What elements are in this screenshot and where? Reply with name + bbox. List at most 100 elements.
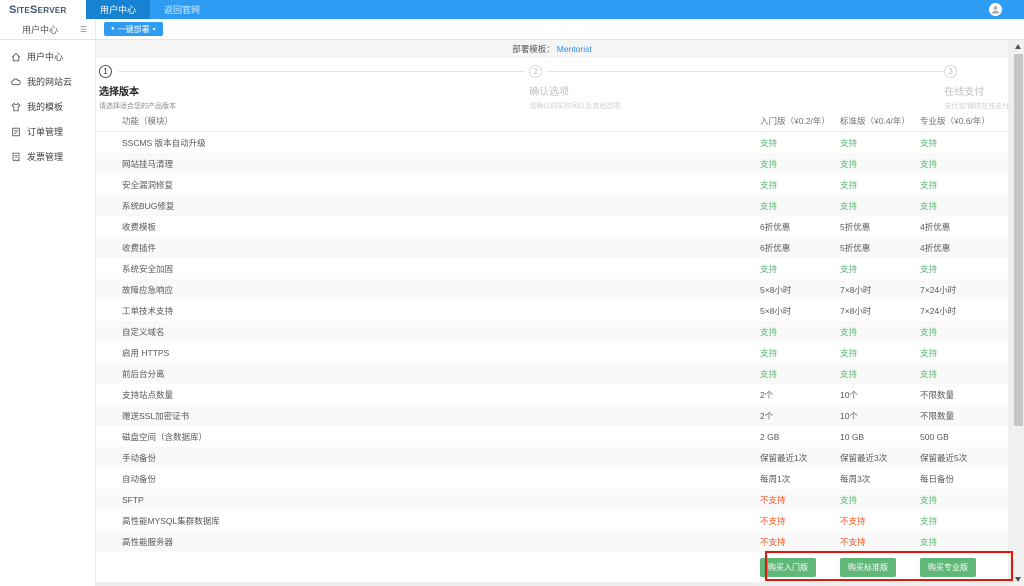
step-title: 选择版本 <box>99 83 176 98</box>
feature-value: 10 GB <box>834 432 914 442</box>
step-number: 3 <box>944 65 957 78</box>
menu-icon[interactable]: ☰ <box>80 25 87 34</box>
feature-name: 工单技术支持 <box>96 305 754 317</box>
sidebar-title: 用户中心 <box>22 23 58 36</box>
sidebar-item-label: 我的网站云 <box>27 75 72 88</box>
feature-value: 支持 <box>754 179 834 191</box>
sidebar-item-label: 订单管理 <box>27 125 63 138</box>
feature-name: 收费模板 <box>96 221 754 233</box>
scroll-up-icon[interactable] <box>1015 44 1021 49</box>
feature-value: 2个 <box>754 389 834 401</box>
table-row: 自定义域名支持支持支持 <box>96 321 1008 342</box>
feature-value: 6折优惠 <box>754 221 834 233</box>
feature-value: 支持 <box>834 494 914 506</box>
sidebar-item-订单管理[interactable]: 订单管理 <box>0 119 95 144</box>
feature-name: 手动备份 <box>96 452 754 464</box>
feature-value: 支持 <box>834 368 914 380</box>
feature-column-header: 功能（模块） <box>96 115 754 127</box>
feature-value: 支持 <box>914 179 994 191</box>
template-link[interactable]: Mentorist <box>557 44 592 54</box>
sidebar-item-我的网站云[interactable]: 我的网站云 <box>0 69 95 94</box>
one-click-deploy-button[interactable]: ● 一键部署 ▾ <box>104 22 163 36</box>
buy-button-cell: 购买专业版 <box>914 558 994 577</box>
purchase-card: 部署模板： Mentorist 1选择版本请选择适合您的产品版本2确认选项请确认… <box>96 40 1008 582</box>
feature-name: 网站挂马清理 <box>96 158 754 170</box>
step-3: 3 在线支付支付宝/微信在线支付 <box>944 65 1009 111</box>
stepper: 1选择版本请选择适合您的产品版本2确认选项请确认购买时间以及其他选项3在线支付支… <box>96 58 1008 110</box>
feature-name: 前后台分离 <box>96 368 754 380</box>
buy-button[interactable]: 购买入门版 <box>760 558 816 577</box>
invoice-icon <box>11 152 21 162</box>
feature-value: 不限数量 <box>914 389 994 401</box>
user-avatar[interactable] <box>989 3 1002 16</box>
header-tab[interactable]: 用户中心 <box>86 0 150 19</box>
feature-value: 6折优惠 <box>754 242 834 254</box>
sidebar-item-label: 发票管理 <box>27 150 63 163</box>
feature-value: 每周1次 <box>754 473 834 485</box>
feature-name: 磁盘空间（含数据库） <box>96 431 754 443</box>
home-icon <box>11 52 21 62</box>
scroll-down-icon[interactable] <box>1015 577 1021 582</box>
sidebar-item-发票管理[interactable]: 发票管理 <box>0 144 95 169</box>
page-content: 部署模板： Mentorist 1选择版本请选择适合您的产品版本2确认选项请确认… <box>96 40 1013 586</box>
feature-value: 支持 <box>754 368 834 380</box>
stepper-line <box>118 71 525 72</box>
feature-name: 赠送SSL加密证书 <box>96 410 754 422</box>
buy-buttons-row: 购买入门版 购买标准版 购买专业版 <box>96 552 1008 582</box>
feature-value: 支持 <box>754 347 834 359</box>
feature-value: 5折优惠 <box>834 242 914 254</box>
template-icon <box>11 102 21 112</box>
table-row: SFTP不支持支持支持 <box>96 489 1008 510</box>
step-1: 1选择版本请选择适合您的产品版本 <box>99 65 176 111</box>
deploy-button-label: 一键部署 <box>118 24 150 35</box>
table-row: SSCMS 版本自动升级支持支持支持 <box>96 132 1008 153</box>
plan-comparison-table: SSCMS 版本自动升级支持支持支持网站挂马清理支持支持支持安全漏洞修复支持支持… <box>96 132 1008 552</box>
step-subtitle: 请选择适合您的产品版本 <box>99 101 176 111</box>
feature-value: 5×8小时 <box>754 284 834 296</box>
feature-value: 不支持 <box>754 515 834 527</box>
feature-value: 支持 <box>754 158 834 170</box>
toolbar-row: 用户中心 ☰ ● 一键部署 ▾ <box>0 19 1024 40</box>
feature-name: 系统安全加固 <box>96 263 754 275</box>
feature-value: 支持 <box>914 326 994 338</box>
feature-value: 不支持 <box>754 536 834 548</box>
feature-value: 支持 <box>914 158 994 170</box>
sidebar-item-我的模板[interactable]: 我的模板 <box>0 94 95 119</box>
plan-column-header: 入门版（¥0.2/年） <box>754 115 834 127</box>
step-subtitle: 请确认购买时间以及其他选项 <box>529 101 620 111</box>
feature-value: 支持 <box>914 515 994 527</box>
feature-value: 7×8小时 <box>834 284 914 296</box>
feature-name: SFTP <box>96 495 754 505</box>
feature-value: 不支持 <box>754 494 834 506</box>
table-header-row: 功能（模块） 入门版（¥0.2/年）标准版（¥0.4/年）专业版（¥0.6/年） <box>96 110 1008 132</box>
logo-box: SiteServer <box>0 0 86 19</box>
table-row: 安全漏洞修复支持支持支持 <box>96 174 1008 195</box>
deploy-dot-icon: ● <box>111 26 115 32</box>
vertical-scrollbar[interactable] <box>1013 40 1024 586</box>
feature-value: 支持 <box>834 158 914 170</box>
feature-value: 保留最近5次 <box>914 452 994 464</box>
header-tabs: 用户中心返回官网 <box>86 0 214 19</box>
buy-button[interactable]: 购买专业版 <box>920 558 976 577</box>
step-number: 2 <box>529 65 542 78</box>
feature-value: 支持 <box>834 137 914 149</box>
feature-name: 安全漏洞修复 <box>96 179 754 191</box>
feature-value: 7×8小时 <box>834 305 914 317</box>
scrollbar-thumb[interactable] <box>1014 54 1023 426</box>
step-title: 在线支付 <box>944 83 1009 98</box>
plan-column-header: 专业版（¥0.6/年） <box>914 115 994 127</box>
feature-name: 自动备份 <box>96 473 754 485</box>
feature-name: 启用 HTTPS <box>96 347 754 359</box>
deploy-template-notice: 部署模板： Mentorist <box>96 40 1008 58</box>
feature-value: 2 GB <box>754 432 834 442</box>
header-tab[interactable]: 返回官网 <box>150 0 214 19</box>
sidebar-item-label: 用户中心 <box>27 50 63 63</box>
feature-value: 每日备份 <box>914 473 994 485</box>
feature-value: 支持 <box>754 200 834 212</box>
buy-button-cell: 购买入门版 <box>754 558 834 577</box>
step-title: 确认选项 <box>529 83 620 98</box>
feature-value: 支持 <box>834 179 914 191</box>
buy-button[interactable]: 购买标准版 <box>840 558 896 577</box>
step-subtitle: 支付宝/微信在线支付 <box>944 101 1009 111</box>
sidebar-item-用户中心[interactable]: 用户中心 <box>0 44 95 69</box>
